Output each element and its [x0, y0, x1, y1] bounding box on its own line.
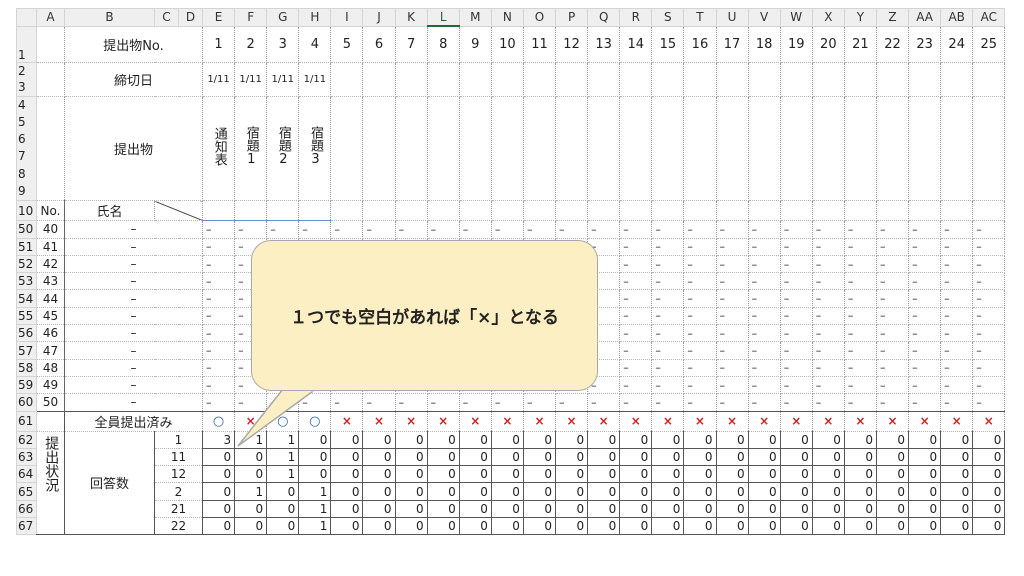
callout-bubble: １つでも空白があれば「×」となる: [251, 240, 598, 391]
callout-text: １つでも空白があれば「×」となる: [290, 308, 559, 328]
